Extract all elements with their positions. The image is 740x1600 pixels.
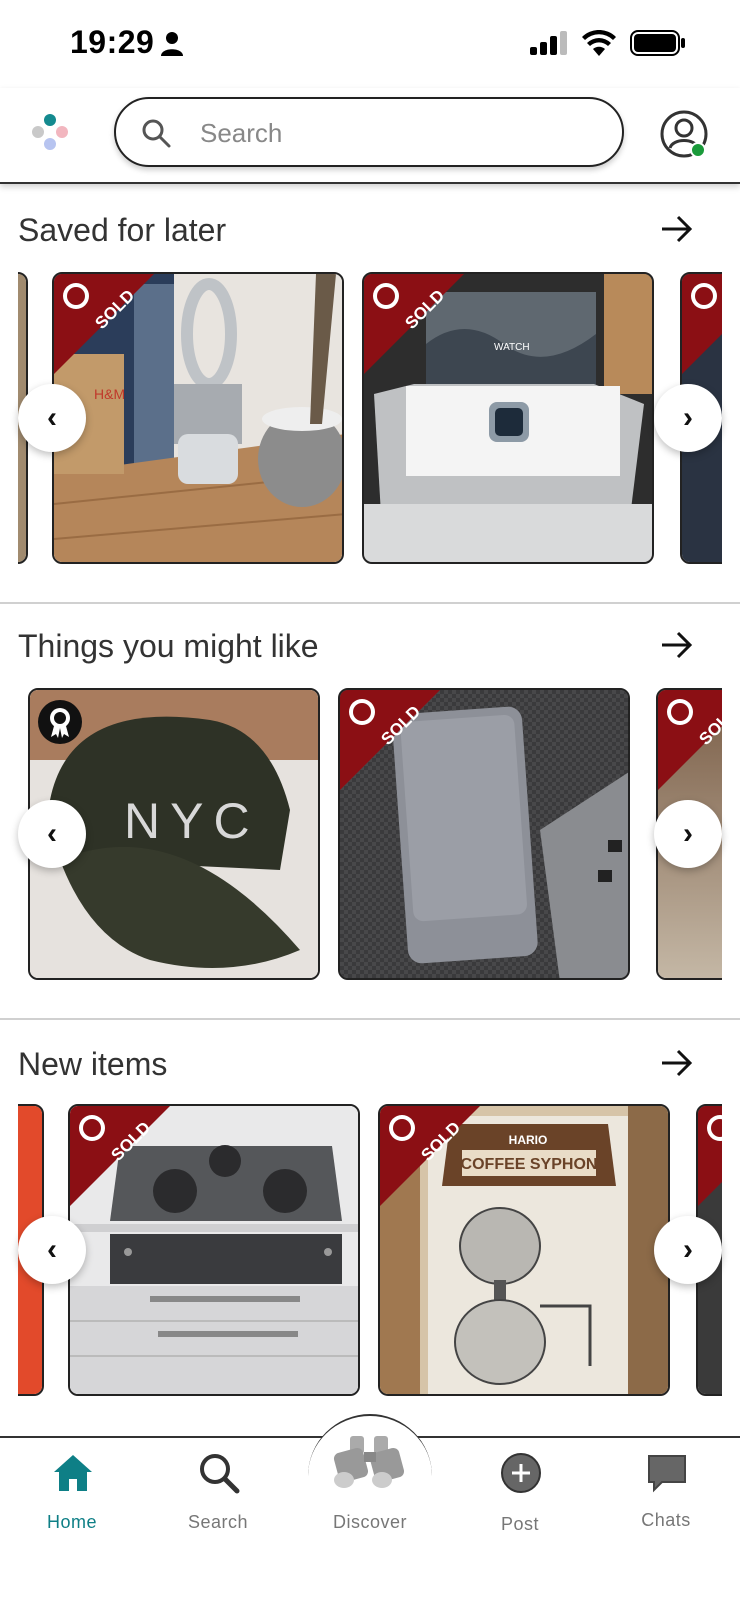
sold-ribbon: SOLD [380,1106,480,1206]
nav-post[interactable]: Post [460,1438,580,1548]
award-badge-icon [38,700,82,744]
arrow-right-icon[interactable] [660,214,694,244]
app-header [0,88,740,184]
carousel-next-button[interactable]: › [654,800,722,868]
svg-text:H&M: H&M [94,386,125,402]
svg-text:HARIO: HARIO [509,1133,548,1147]
chat-bubble-icon [648,1455,686,1493]
sold-ribbon: SOLD [682,274,722,374]
battery-icon [630,30,685,56]
carousel: NYC SOLD SOLD [18,688,722,980]
status-bar: 19:29 [0,0,740,88]
person-icon [161,32,183,56]
carousel-prev-button[interactable]: ‹ [18,800,86,868]
search-icon [200,1454,240,1494]
status-time: 19:29 [70,24,155,60]
carousel-prev-button[interactable]: ‹ [18,384,86,452]
search-bar[interactable] [114,97,624,167]
product-card[interactable]: WATCH SOLD [362,272,654,564]
app-logo-icon[interactable] [30,112,70,152]
status-icons [530,30,686,56]
nav-label: Home [46,1512,97,1532]
arrow-right-icon[interactable] [660,630,694,660]
section-title: New items [18,1046,168,1082]
nav-search[interactable]: Search [158,1438,278,1548]
section-new-items: New items SOLD HARIO COFFEE SYPHON SOLD … [0,1020,740,1434]
home-icon [54,1455,92,1491]
sold-ribbon: SOLD [70,1106,170,1206]
binoculars-icon [333,1436,405,1488]
section-saved-for-later: Saved for later H&M SOLD WATCH SOLD SOLD… [0,184,740,604]
nav-home[interactable]: Home [12,1438,132,1548]
nav-label: Chats [641,1510,691,1530]
svg-text:COFFEE SYPHON: COFFEE SYPHON [461,1156,598,1173]
search-icon [142,119,171,148]
signal-icon [530,31,567,55]
product-card[interactable]: SOLD [68,1104,360,1396]
nav-label: Discover [332,1512,407,1532]
sold-ribbon: SOLD [658,690,722,790]
nav-label: Search [187,1512,249,1532]
bottom-navigation: Home Search Discover Post Chats [0,1414,740,1600]
plus-circle-icon [501,1453,541,1493]
arrow-right-icon[interactable] [660,1048,694,1078]
nav-label: Post [500,1514,540,1534]
section-title: Things you might like [18,628,319,664]
svg-text:WATCH: WATCH [494,342,530,353]
online-status-dot [690,142,706,158]
product-card[interactable]: HARIO COFFEE SYPHON SOLD [378,1104,670,1396]
wifi-icon [582,30,616,56]
carousel: H&M SOLD WATCH SOLD SOLD [18,272,722,564]
sold-ribbon: SOLD [364,274,464,374]
product-card[interactable]: H&M SOLD [52,272,344,564]
sold-ribbon: SOLD [54,274,154,374]
sold-ribbon: SOLD [340,690,440,790]
nav-chats[interactable]: Chats [606,1438,726,1548]
search-input[interactable] [200,111,600,155]
carousel-prev-button[interactable]: ‹ [18,1216,86,1284]
section-title: Saved for later [18,212,227,248]
sold-ribbon [698,1106,722,1206]
carousel-next-button[interactable]: › [654,384,722,452]
carousel-next-button[interactable]: › [654,1216,722,1284]
product-card[interactable]: SOLD [338,688,630,980]
nav-discover[interactable]: Discover [310,1436,430,1548]
section-things-you-might-like: Things you might like NYC SOLD SOLD ‹ › [0,604,740,1018]
carousel: SOLD HARIO COFFEE SYPHON SOLD [18,1104,722,1396]
svg-text:NYC: NYC [124,793,260,849]
